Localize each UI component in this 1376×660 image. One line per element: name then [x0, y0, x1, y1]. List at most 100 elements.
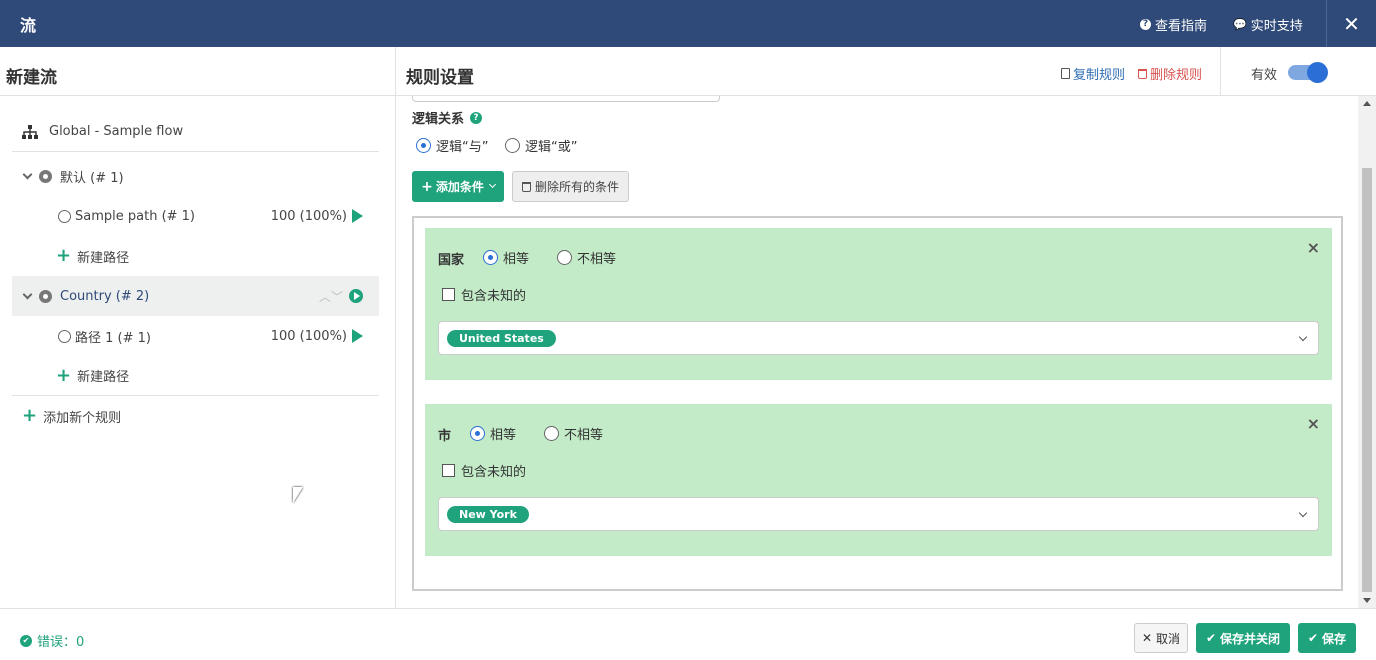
logic-or-radio[interactable] — [505, 138, 520, 153]
save-and-close-button[interactable]: ✔ 保存并关闭 — [1196, 623, 1290, 653]
trash-icon — [521, 181, 531, 192]
copy-rule-button[interactable]: 复制规则 — [1061, 64, 1125, 83]
path-radio[interactable] — [58, 329, 71, 343]
toggle-knob — [1307, 62, 1328, 83]
trash-icon — [1138, 68, 1147, 79]
equals-option[interactable]: 相等 — [470, 424, 516, 443]
path-label: Sample path (# 1) — [75, 208, 196, 224]
save-label: 保存 — [1322, 631, 1347, 646]
chevron-down-icon[interactable] — [1298, 508, 1308, 518]
not-equals-option[interactable]: 不相等 — [557, 248, 616, 267]
equals-option[interactable]: 相等 — [483, 248, 529, 267]
delete-rule-button[interactable]: 删除规则 — [1138, 64, 1202, 83]
path-percent: 100 (100%) — [270, 208, 347, 224]
path-percent: 100 (100%) — [270, 328, 347, 344]
question-icon[interactable]: ? — [470, 111, 483, 124]
include-unknown-checkbox[interactable] — [442, 464, 455, 477]
rule-name-input[interactable] — [412, 96, 720, 102]
plus-icon: + — [56, 245, 72, 266]
condition-value-select[interactable]: New York — [438, 497, 1319, 531]
value-tag[interactable]: New York — [447, 506, 529, 523]
path-item[interactable]: Sample path (# 1) 100 (100%) — [12, 196, 379, 236]
rule-settings-panel: 逻辑关系 ? 逻辑“与” 逻辑“或” + 添加条件 删除所有的条件 国家 相等 — [396, 47, 1376, 608]
gear-icon[interactable] — [39, 289, 52, 303]
help-guide-link[interactable]: ? 查看指南 — [1140, 15, 1207, 34]
logic-relation-label: 逻辑关系 ? — [412, 108, 483, 127]
remove-condition-button[interactable]: × — [1307, 414, 1320, 433]
add-path-button[interactable]: + 新建路径 — [12, 236, 379, 276]
flow-panel-title: 新建流 — [0, 47, 395, 96]
valid-toggle[interactable] — [1288, 62, 1328, 83]
include-unknown-option[interactable]: 包含未知的 — [442, 285, 526, 304]
add-rule-label: 添加新个规则 — [43, 410, 122, 426]
condition-card: 市 相等 不相等 × 包含未知的 New York — [425, 404, 1332, 556]
not-equals-option[interactable]: 不相等 — [544, 424, 603, 443]
not-equals-radio[interactable] — [557, 250, 572, 265]
scrollbar-thumb[interactable] — [1362, 168, 1372, 592]
scroll-up-icon[interactable] — [1363, 101, 1371, 106]
include-unknown-checkbox[interactable] — [442, 288, 455, 301]
footer-bar: ✔ 错误：0 ✕ 取消 ✔ 保存并关闭 ✔ 保存 — [0, 608, 1376, 660]
chevron-down-icon[interactable] — [22, 169, 33, 179]
logic-or-option[interactable]: 逻辑“或” — [505, 136, 577, 155]
flow-name: Global - Sample flow — [49, 124, 184, 139]
add-rule-button[interactable]: + 添加新个规则 — [12, 396, 379, 436]
flow-root[interactable]: Global - Sample flow — [12, 112, 379, 152]
plus-icon: + — [22, 405, 38, 426]
copy-icon — [1061, 68, 1070, 79]
add-path-button[interactable]: + 新建路径 — [12, 356, 379, 396]
rule-label: 默认 (# 1) — [60, 170, 124, 186]
delete-all-conditions-button[interactable]: 删除所有的条件 — [512, 171, 629, 202]
logic-and-label: 逻辑“与” — [436, 140, 489, 155]
equals-radio[interactable] — [470, 426, 485, 441]
scroll-down-icon[interactable] — [1363, 598, 1371, 603]
path-item[interactable]: 路径 1 (# 1) 100 (100%) — [12, 316, 379, 356]
not-equals-label: 不相等 — [577, 252, 617, 267]
app-title: 流 — [20, 16, 37, 35]
add-condition-button[interactable]: + 添加条件 — [412, 171, 504, 202]
help-guide-label: 查看指南 — [1155, 19, 1208, 34]
logic-and-radio[interactable] — [416, 138, 431, 153]
close-button[interactable]: ✕ — [1326, 0, 1376, 47]
play-circle-icon[interactable] — [349, 289, 363, 303]
error-status: ✔ 错误：0 — [20, 631, 84, 650]
chevron-down-icon[interactable] — [1298, 332, 1308, 342]
rule-label: Country (# 2) — [60, 288, 150, 304]
rule-item-default[interactable]: 默认 (# 1) — [12, 156, 379, 196]
conditions-container: 国家 相等 不相等 × 包含未知的 United States 市 相等 不相等… — [412, 216, 1343, 591]
rule-settings-title: 规则设置 — [406, 68, 474, 88]
check-circle-icon: ✔ — [20, 634, 32, 647]
rule-item-country[interactable]: Country (# 2) ︿﹀ — [12, 276, 379, 316]
save-button[interactable]: ✔ 保存 — [1298, 623, 1356, 653]
play-icon[interactable] — [352, 329, 363, 343]
logic-and-option[interactable]: 逻辑“与” — [416, 136, 488, 155]
play-icon[interactable] — [352, 209, 363, 223]
not-equals-label: 不相等 — [564, 428, 604, 443]
vertical-scrollbar[interactable] — [1358, 96, 1376, 608]
remove-condition-button[interactable]: × — [1307, 238, 1320, 257]
question-icon: ? — [1140, 19, 1151, 30]
move-up-down-icon[interactable]: ︿﹀ — [319, 288, 343, 305]
plus-icon: + — [421, 178, 433, 195]
chevron-down-icon — [488, 180, 496, 189]
copy-rule-label: 复制规则 — [1073, 68, 1126, 83]
save-close-label: 保存并关闭 — [1220, 631, 1281, 646]
path-radio[interactable] — [58, 209, 71, 223]
rule-settings-scroll[interactable]: 逻辑关系 ? 逻辑“与” 逻辑“或” + 添加条件 删除所有的条件 国家 相等 — [396, 96, 1376, 608]
plus-icon: + — [56, 364, 72, 386]
live-support-link[interactable]: 💬 实时支持 — [1233, 15, 1303, 34]
add-condition-label: 添加条件 — [435, 180, 484, 194]
not-equals-radio[interactable] — [544, 426, 559, 441]
flow-tree-panel: 新建流 Global - Sample flow 默认 (# 1) Sample… — [0, 47, 396, 608]
chevron-down-icon[interactable] — [22, 289, 33, 299]
equals-radio[interactable] — [483, 250, 498, 265]
gear-icon[interactable] — [39, 169, 52, 183]
chat-icon: 💬 — [1233, 18, 1247, 31]
condition-value-select[interactable]: United States — [438, 321, 1319, 355]
include-unknown-option[interactable]: 包含未知的 — [442, 461, 526, 480]
add-path-label: 新建路径 — [77, 370, 130, 385]
value-tag[interactable]: United States — [447, 330, 556, 347]
delete-all-label: 删除所有的条件 — [534, 180, 619, 194]
include-unknown-label: 包含未知的 — [461, 289, 527, 304]
cancel-button[interactable]: ✕ 取消 — [1134, 623, 1188, 653]
